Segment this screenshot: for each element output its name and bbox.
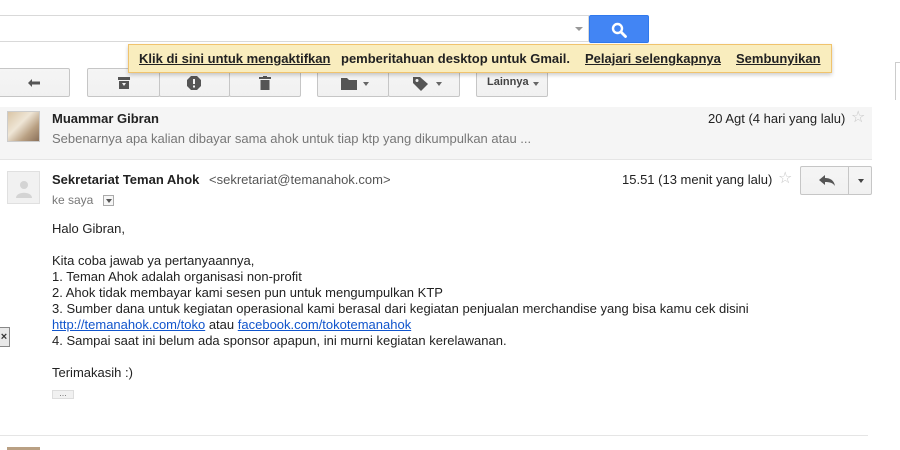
- message-divider: [0, 435, 868, 436]
- body-point-1: 1. Teman Ahok adalah organisasi non-prof…: [52, 269, 302, 284]
- body-point-3: 3. Sumber dana untuk kegiatan operasiona…: [52, 301, 749, 316]
- reply-button[interactable]: [800, 166, 872, 195]
- archive-icon: [118, 77, 130, 89]
- avatar: [7, 171, 40, 204]
- sender-email: <sekretariat@temanahok.com>: [209, 172, 391, 187]
- body-greeting: Halo Gibran,: [52, 221, 125, 236]
- default-avatar-icon: [16, 181, 32, 198]
- desktop-notification-banner: Klik di sini untuk mengaktifkan pemberit…: [128, 44, 832, 73]
- right-panel-edge: [895, 62, 900, 100]
- chevron-down-icon: [533, 82, 539, 86]
- body-closing: Terimakasih :): [52, 365, 133, 380]
- reply-divider: [848, 167, 849, 194]
- chevron-down-icon: [106, 199, 112, 203]
- folder-icon: [341, 78, 357, 90]
- hide-notification-link[interactable]: Sembunyikan: [736, 45, 821, 72]
- learn-more-link[interactable]: Pelajari selengkapnya: [585, 45, 721, 72]
- chevron-down-icon: [363, 82, 369, 86]
- search-options-dropdown-icon[interactable]: [575, 27, 583, 31]
- search-button[interactable]: [589, 15, 649, 43]
- facebook-link[interactable]: facebook.com/tokotemanahok: [238, 317, 411, 332]
- chevron-down-icon: [436, 82, 442, 86]
- body-intro: Kita coba jawab ya pertanyaannya,: [52, 253, 255, 268]
- body-point-2: 2. Ahok tidak membayar kami sesen pun un…: [52, 285, 443, 300]
- toko-link[interactable]: http://temanahok.com/toko: [52, 317, 205, 332]
- show-details-button[interactable]: [103, 195, 114, 206]
- star-icon[interactable]: ☆: [778, 168, 792, 188]
- search-input[interactable]: [0, 15, 589, 42]
- recipient-label: ke saya: [52, 193, 94, 207]
- star-icon[interactable]: ☆: [851, 107, 865, 127]
- body-links-line: http://temanahok.com/toko atau facebook.…: [52, 317, 411, 332]
- trash-icon: [259, 76, 271, 90]
- link-joiner: atau: [208, 317, 235, 332]
- more-button-label: Lainnya: [487, 76, 529, 88]
- message-date: 15.51 (13 menit yang lalu): [622, 172, 773, 187]
- reply-icon: [819, 175, 835, 186]
- body-point-4: 4. Sampai saat ini belum ada sponsor apa…: [52, 333, 507, 348]
- label-tag-icon: [413, 77, 428, 91]
- report-spam-icon: [187, 76, 201, 90]
- close-icon[interactable]: ×: [0, 327, 10, 347]
- back-button[interactable]: [0, 68, 70, 97]
- chevron-down-icon[interactable]: [858, 179, 864, 183]
- back-arrow-icon: [28, 79, 40, 87]
- message-sender: Muammar Gibran: [52, 111, 159, 126]
- message-snippet: Sebenarnya apa kalian dibayar sama ahok …: [52, 131, 532, 146]
- search-icon: [611, 22, 627, 38]
- show-trimmed-content-button[interactable]: ...: [52, 389, 74, 399]
- message-sender: Sekretariat Teman Ahok: [52, 172, 200, 187]
- message-date: 20 Agt (4 hari yang lalu): [708, 111, 846, 126]
- notification-text: pemberitahuan desktop untuk Gmail.: [341, 51, 570, 66]
- avatar: [7, 111, 40, 142]
- enable-notifications-link[interactable]: Klik di sini untuk mengaktifkan: [139, 45, 330, 72]
